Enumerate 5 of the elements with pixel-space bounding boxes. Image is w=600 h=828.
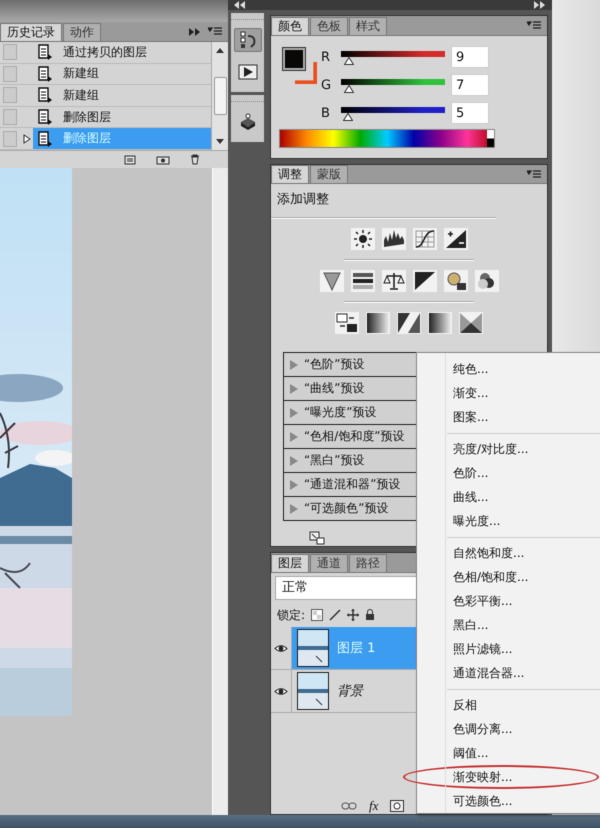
channel-label: B [321,106,331,120]
lock-label: 锁定: [277,606,306,624]
channel-label: R [321,50,332,64]
channel-label: G [321,78,332,92]
panel-heading: 添加调整 [277,191,329,208]
